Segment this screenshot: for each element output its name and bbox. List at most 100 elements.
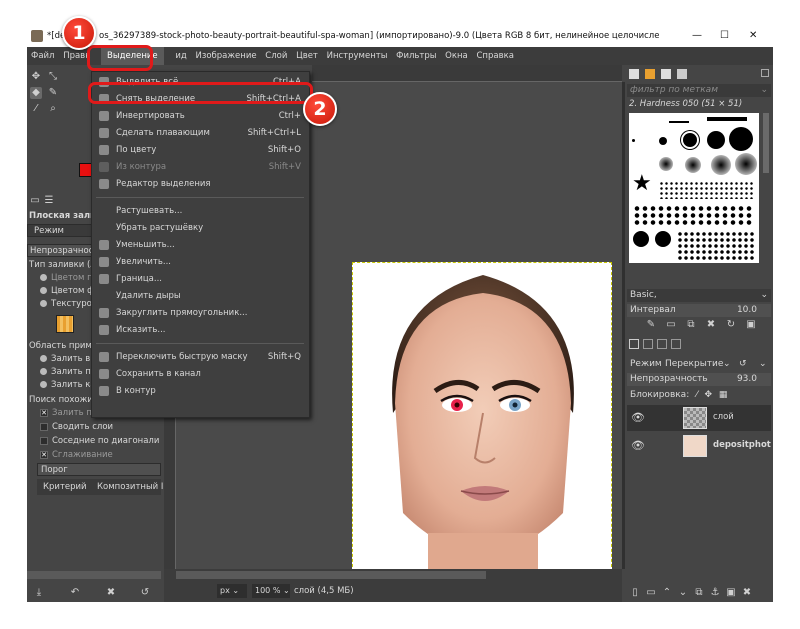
tool-options-tab-icon[interactable]: ▭: [29, 195, 41, 207]
menu-help[interactable]: Справка: [473, 47, 516, 65]
reset-mode-icon[interactable]: ↺: [739, 357, 747, 371]
menu-item-grow[interactable]: Увеличить...: [92, 254, 309, 270]
brush-preview[interactable]: [677, 231, 755, 261]
menu-tools[interactable]: Инструменты: [324, 47, 391, 65]
layers-tab-icon[interactable]: [629, 339, 639, 349]
menu-item-distort[interactable]: Исказить...: [92, 322, 309, 338]
brush-preview[interactable]: [659, 181, 755, 199]
brush-preview[interactable]: [659, 157, 673, 171]
layer-opacity-slider[interactable]: Непрозрачность 93.0: [627, 373, 771, 386]
device-status-tab-icon[interactable]: ☰: [43, 195, 55, 207]
menu-filters[interactable]: Фильтры: [393, 47, 439, 65]
zoom-select[interactable]: 100 % ⌄: [252, 584, 290, 598]
dock-menu-icon[interactable]: [761, 69, 769, 77]
move-tool-icon[interactable]: ✥: [30, 71, 42, 83]
lower-layer-icon[interactable]: ⌄: [677, 587, 689, 599]
brush-preview[interactable]: [707, 117, 747, 121]
patterns-tab-icon[interactable]: [645, 69, 655, 79]
menu-color[interactable]: Цвет: [293, 47, 321, 65]
menu-item-rounded-rectangle[interactable]: Закруглить прямоугольник...: [92, 305, 309, 321]
lock-position-icon[interactable]: ✥: [705, 390, 713, 400]
raise-layer-icon[interactable]: ⌃: [661, 587, 673, 599]
menu-layer[interactable]: Слой: [262, 47, 290, 65]
restore-preset-icon[interactable]: ↶: [69, 587, 81, 599]
channels-tab-icon[interactable]: [643, 339, 653, 349]
brush-preview[interactable]: [729, 127, 753, 151]
menu-item-shrink[interactable]: Уменьшить...: [92, 237, 309, 253]
spacing-slider[interactable]: Интервал 10.0: [627, 304, 771, 317]
menu-view[interactable]: ид: [172, 47, 189, 65]
maximize-button[interactable]: ☐: [720, 25, 729, 47]
canvas-horizontal-scrollbar[interactable]: [176, 571, 486, 579]
menu-item-border[interactable]: Граница...: [92, 271, 309, 287]
layer-mask-icon[interactable]: ▣: [725, 587, 737, 599]
brush-as-image-icon[interactable]: ▣: [745, 319, 757, 331]
brush-preview[interactable]: [711, 155, 731, 175]
menu-file[interactable]: Файл: [27, 47, 57, 65]
sample-merged-option[interactable]: Сводить слои: [37, 421, 171, 434]
layer-mode-row[interactable]: Режим Перекрытие ⌄ ↺ ⌄: [627, 357, 771, 371]
duplicate-layer-icon[interactable]: ⧉: [693, 587, 705, 599]
bucket-fill-tool-icon[interactable]: ◆: [30, 87, 42, 99]
menu-item-selection-editor[interactable]: Редактор выделения: [92, 176, 309, 192]
brush-preview[interactable]: [659, 137, 667, 145]
reset-options-icon[interactable]: ↺: [139, 587, 151, 599]
save-preset-icon[interactable]: ⤓: [33, 587, 45, 599]
undo-history-tab-icon[interactable]: [671, 339, 681, 349]
minimize-button[interactable]: —: [692, 25, 702, 47]
threshold-slider[interactable]: Порог: [37, 463, 161, 476]
brush-preview[interactable]: [735, 153, 757, 175]
refresh-brushes-icon[interactable]: ↻: [725, 319, 737, 331]
brush-preview[interactable]: [683, 133, 697, 147]
layer-name[interactable]: слой: [713, 412, 734, 422]
fonts-tab-icon[interactable]: [677, 69, 687, 79]
anchor-layer-icon[interactable]: ⚓: [709, 587, 721, 599]
brush-grid[interactable]: ★: [629, 113, 759, 263]
brushes-tab-icon[interactable]: [629, 69, 639, 79]
brush-filter-input[interactable]: фильтр по меткам ⌄: [627, 84, 771, 97]
duplicate-brush-icon[interactable]: ⧉: [685, 319, 697, 331]
criterion-row[interactable]: Критерий Композитный I: [37, 479, 163, 495]
menu-item-save-to-channel[interactable]: Сохранить в канал: [92, 366, 309, 382]
menu-item-feather[interactable]: Растушевать...: [92, 203, 309, 219]
pattern-preview[interactable]: [56, 315, 74, 333]
zoom-tool-icon[interactable]: ⌕: [47, 103, 59, 115]
visibility-eye-icon[interactable]: 👁: [631, 439, 645, 452]
menu-item-toggle-quick-mask[interactable]: Переключить быструю маску Shift+Q: [92, 349, 309, 365]
new-layer-group-icon[interactable]: ▭: [645, 587, 657, 599]
unit-select[interactable]: px ⌄: [217, 584, 247, 598]
paths-tab-icon[interactable]: [657, 339, 667, 349]
menu-item-by-color[interactable]: По цвету Shift+O: [92, 142, 309, 158]
lock-alpha-icon[interactable]: ▦: [719, 390, 728, 400]
brush-preview[interactable]: [685, 157, 701, 173]
paintbrush-tool-icon[interactable]: ✎: [47, 87, 59, 99]
delete-brush-icon[interactable]: ✖: [705, 319, 717, 331]
brush-preview[interactable]: [632, 139, 635, 142]
visibility-eye-icon[interactable]: 👁: [631, 411, 645, 424]
brush-preview[interactable]: [633, 205, 753, 227]
gradients-tab-icon[interactable]: [661, 69, 671, 79]
brush-preview[interactable]: [707, 131, 725, 149]
color-picker-tool-icon[interactable]: ⁄: [30, 103, 42, 115]
layer-row[interactable]: 👁 depositphot: [627, 433, 771, 459]
brush-preview[interactable]: [655, 231, 671, 247]
menu-windows[interactable]: Окна: [442, 47, 471, 65]
new-brush-icon[interactable]: ▭: [665, 319, 677, 331]
diagonal-option[interactable]: Соседние по диагонали: [37, 435, 171, 448]
menu-item-to-path[interactable]: В контур: [92, 383, 309, 399]
edit-brush-icon[interactable]: ✎: [645, 319, 657, 331]
antialias-option[interactable]: ✕ Сглаживание: [37, 449, 171, 462]
menu-item-float[interactable]: Сделать плавающим Shift+Ctrl+L: [92, 125, 309, 141]
menu-image[interactable]: Изображение: [192, 47, 259, 65]
brush-preview[interactable]: [669, 121, 689, 123]
tool-options-scrollbar[interactable]: [27, 571, 161, 579]
delete-layer-icon[interactable]: ✖: [741, 587, 753, 599]
transform-tool-icon[interactable]: ⤡: [47, 71, 59, 83]
brush-set-select[interactable]: Basic, ⌄: [627, 289, 771, 302]
menu-item-sharpen[interactable]: Убрать растушёвку: [92, 220, 309, 236]
lock-pixels-icon[interactable]: ⁄: [696, 390, 698, 400]
layer-row[interactable]: 👁 слой: [627, 405, 771, 431]
new-layer-icon[interactable]: ▯: [629, 587, 641, 599]
star-brush-icon[interactable]: ★: [632, 173, 652, 195]
layer-name[interactable]: depositphot: [713, 440, 771, 450]
